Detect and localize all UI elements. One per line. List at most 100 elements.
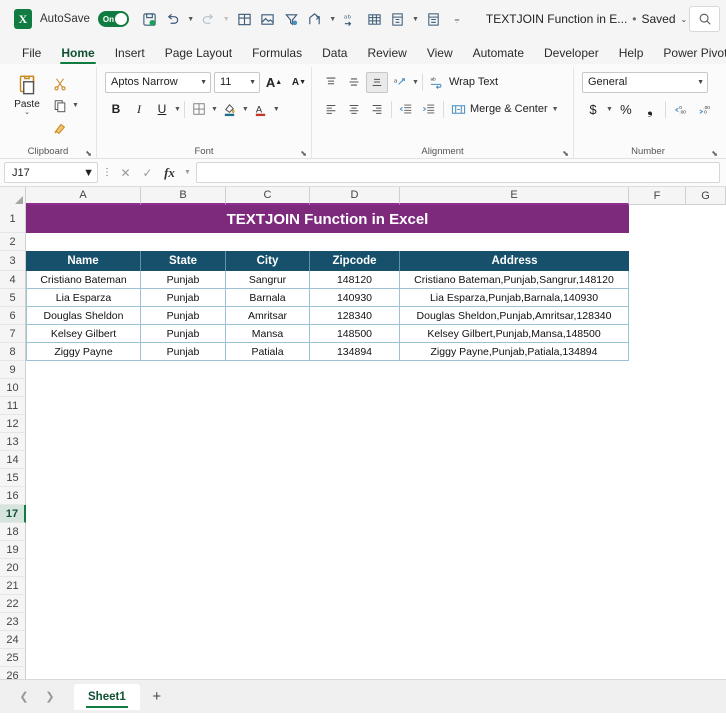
row-header-22[interactable]: 22 bbox=[0, 595, 25, 613]
orientation-button[interactable]: a bbox=[389, 72, 411, 93]
row-header-18[interactable]: 18 bbox=[0, 523, 25, 541]
cell-b4[interactable]: Punjab bbox=[141, 271, 226, 289]
alignment-dialog-launcher-icon[interactable]: ⬊ bbox=[562, 149, 569, 158]
cell-c7[interactable]: Mansa bbox=[226, 325, 310, 343]
row-header-15[interactable]: 15 bbox=[0, 469, 25, 487]
fill-color-button[interactable] bbox=[219, 99, 241, 120]
table-header-state[interactable]: State bbox=[141, 251, 226, 271]
cell-d4[interactable]: 148120 bbox=[310, 271, 400, 289]
tab-review[interactable]: Review bbox=[357, 43, 416, 64]
row-header-11[interactable]: 11 bbox=[0, 397, 25, 415]
italic-button[interactable]: I bbox=[128, 99, 150, 120]
tab-home[interactable]: Home bbox=[51, 43, 104, 64]
insert-table-icon[interactable] bbox=[363, 7, 385, 31]
undo-icon[interactable] bbox=[162, 7, 184, 31]
row-header-19[interactable]: 19 bbox=[0, 541, 25, 559]
row-header-5[interactable]: 5 bbox=[0, 289, 25, 307]
autosave-toggle[interactable]: On bbox=[97, 11, 129, 27]
align-right-button[interactable] bbox=[366, 99, 388, 120]
sheet-title-cell[interactable]: TEXTJOIN Function in Excel bbox=[26, 205, 629, 233]
add-sheet-button[interactable]: + bbox=[142, 685, 172, 709]
percent-button[interactable]: % bbox=[615, 99, 637, 120]
name-box-caret-icon[interactable]: ▼ bbox=[83, 167, 94, 179]
font-name-combo[interactable]: Aptos Narrow ▼ bbox=[105, 71, 211, 93]
chevron-right-icon[interactable]: ❯ bbox=[38, 685, 62, 709]
tab-power-pivot[interactable]: Power Pivot bbox=[653, 43, 726, 64]
insert-function-button[interactable]: fx bbox=[160, 162, 179, 183]
decrease-decimal-button[interactable]: .00 0 bbox=[694, 99, 716, 120]
font-size-combo[interactable]: 11 ▼ bbox=[214, 71, 260, 93]
enter-formula-button[interactable]: ✓ bbox=[138, 162, 157, 183]
cell-a5[interactable]: Lia Esparza bbox=[26, 289, 141, 307]
tab-file[interactable]: File bbox=[12, 43, 51, 64]
font-color-caret-icon[interactable]: ▼ bbox=[273, 106, 280, 113]
table-icon[interactable] bbox=[233, 7, 255, 31]
cell-b8[interactable]: Punjab bbox=[141, 343, 226, 361]
increase-indent-button[interactable] bbox=[418, 99, 440, 120]
cell-e6[interactable]: Douglas Sheldon,Punjab,Amritsar,128340 bbox=[400, 307, 629, 325]
share-caret-icon[interactable]: ▼ bbox=[328, 7, 338, 31]
tab-automate[interactable]: Automate bbox=[463, 43, 534, 64]
cut-button[interactable] bbox=[49, 73, 71, 94]
column-header-g[interactable]: G bbox=[686, 187, 726, 205]
row-header-3[interactable]: 3 bbox=[0, 251, 25, 271]
row-header-6[interactable]: 6 bbox=[0, 307, 25, 325]
row-header-12[interactable]: 12 bbox=[0, 415, 25, 433]
tab-developer[interactable]: Developer bbox=[534, 43, 609, 64]
number-format-combo[interactable]: General ▼ bbox=[582, 71, 708, 93]
select-all-corner[interactable] bbox=[0, 187, 26, 205]
increase-decimal-button[interactable]: 0 .00 bbox=[670, 99, 692, 120]
underline-button[interactable]: U bbox=[151, 99, 173, 120]
copy-caret-icon[interactable]: ▼ bbox=[72, 102, 79, 109]
cell-a6[interactable]: Douglas Sheldon bbox=[26, 307, 141, 325]
underline-caret-icon[interactable]: ▼ bbox=[174, 106, 181, 113]
merge-center-caret-icon[interactable]: ▼ bbox=[552, 106, 559, 113]
tab-page-layout[interactable]: Page Layout bbox=[155, 43, 242, 64]
cancel-formula-button[interactable]: ✕ bbox=[116, 162, 135, 183]
font-name-caret-icon[interactable]: ▼ bbox=[200, 79, 207, 86]
comma-style-button[interactable]: ❟ bbox=[639, 99, 661, 120]
row-header-20[interactable]: 20 bbox=[0, 559, 25, 577]
table-header-city[interactable]: City bbox=[226, 251, 310, 271]
row-header-25[interactable]: 25 bbox=[0, 649, 25, 667]
row-header-16[interactable]: 16 bbox=[0, 487, 25, 505]
table-header-name[interactable]: Name bbox=[26, 251, 141, 271]
tab-data[interactable]: Data bbox=[312, 43, 357, 64]
share-icon[interactable] bbox=[304, 7, 326, 31]
cell-b7[interactable]: Punjab bbox=[141, 325, 226, 343]
row-header-21[interactable]: 21 bbox=[0, 577, 25, 595]
currency-caret-icon[interactable]: ▼ bbox=[606, 106, 613, 113]
copy-button[interactable] bbox=[49, 95, 71, 116]
row-header-14[interactable]: 14 bbox=[0, 451, 25, 469]
row-header-1[interactable]: 1 bbox=[0, 205, 25, 233]
tab-insert[interactable]: Insert bbox=[105, 43, 155, 64]
paste-button[interactable]: Paste ⌄ bbox=[5, 70, 49, 116]
filter-icon[interactable] bbox=[280, 7, 302, 31]
tab-view[interactable]: View bbox=[417, 43, 463, 64]
align-middle-button[interactable] bbox=[343, 72, 365, 93]
chevron-left-icon[interactable]: ❮ bbox=[12, 685, 36, 709]
merge-center-button[interactable]: Merge & Center ▼ bbox=[447, 99, 563, 120]
column-header-b[interactable]: B bbox=[141, 187, 226, 205]
table-header-address[interactable]: Address bbox=[400, 251, 629, 271]
font-dialog-launcher-icon[interactable]: ⬊ bbox=[300, 149, 307, 158]
formula-bar-caret-icon[interactable]: ▼ bbox=[182, 162, 193, 183]
cell-a7[interactable]: Kelsey Gilbert bbox=[26, 325, 141, 343]
borders-caret-icon[interactable]: ▼ bbox=[211, 106, 218, 113]
align-left-button[interactable] bbox=[320, 99, 342, 120]
calculate-caret-icon[interactable]: ▼ bbox=[410, 7, 420, 31]
tab-help[interactable]: Help bbox=[609, 43, 654, 64]
cell-c5[interactable]: Barnala bbox=[226, 289, 310, 307]
picture-icon[interactable] bbox=[257, 7, 279, 31]
clipboard-dialog-launcher-icon[interactable]: ⬊ bbox=[85, 149, 92, 158]
cell-e5[interactable]: Lia Esparza,Punjab,Barnala,140930 bbox=[400, 289, 629, 307]
customize-qat-icon[interactable]: ⩦ bbox=[452, 7, 462, 31]
row-header-2[interactable]: 2 bbox=[0, 233, 25, 251]
cell-b6[interactable]: Punjab bbox=[141, 307, 226, 325]
row-header-7[interactable]: 7 bbox=[0, 325, 25, 343]
calculate-icon[interactable] bbox=[387, 7, 409, 31]
column-header-f[interactable]: F bbox=[629, 187, 686, 205]
cell-e4[interactable]: Cristiano Bateman,Punjab,Sangrur,148120 bbox=[400, 271, 629, 289]
document-title-area[interactable]: TEXTJOIN Function in E... • Saved ⌄ bbox=[486, 12, 687, 26]
align-center-button[interactable] bbox=[343, 99, 365, 120]
